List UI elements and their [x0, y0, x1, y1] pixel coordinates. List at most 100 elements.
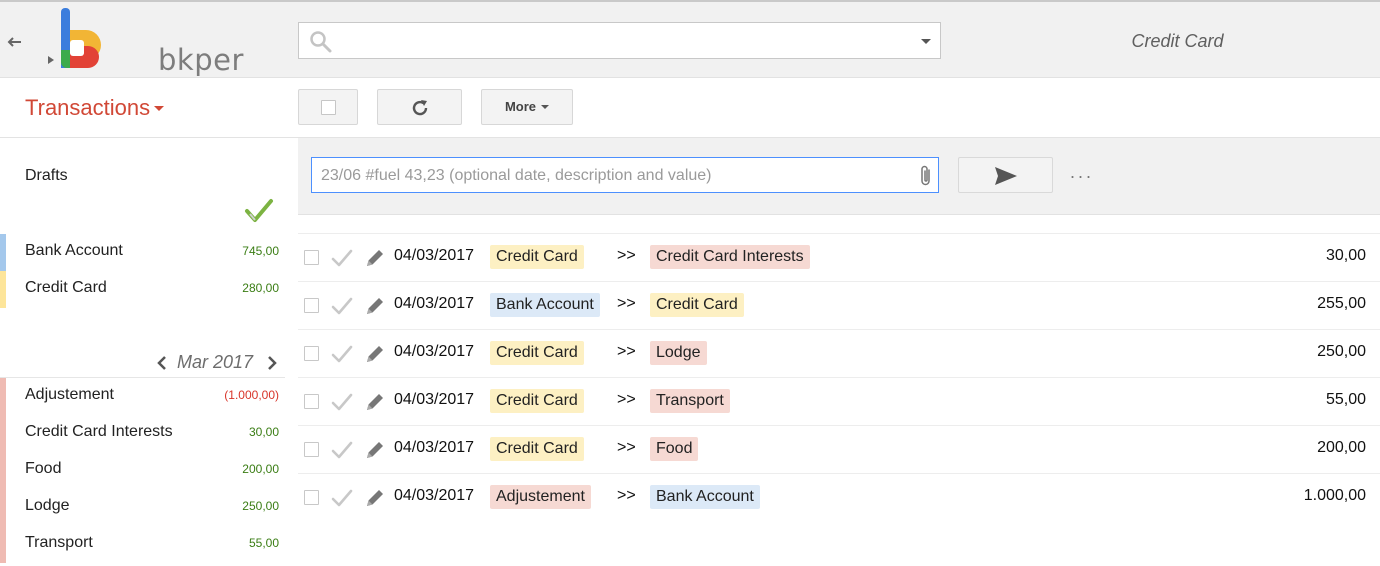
- account-balance: 55,00: [248, 536, 279, 550]
- transaction-select-checkbox[interactable]: [304, 442, 319, 457]
- transaction-amount: 255,00: [1317, 295, 1366, 312]
- transaction-select-checkbox[interactable]: [304, 490, 319, 505]
- refresh-button[interactable]: [377, 89, 462, 125]
- transaction-row[interactable]: 04/03/2017 Credit Card >> Lodge 250,00: [298, 329, 1380, 377]
- check-icon[interactable]: [330, 438, 354, 462]
- sidebar-account-row[interactable]: Credit Card Interests 30,00: [0, 415, 285, 452]
- transfer-arrow: >>: [617, 487, 636, 504]
- to-account-tag[interactable]: Transport: [650, 389, 730, 413]
- pencil-icon[interactable]: [363, 390, 387, 414]
- check-icon[interactable]: [330, 342, 354, 366]
- check-icon[interactable]: [330, 294, 354, 318]
- back-arrow-icon[interactable]: [4, 32, 24, 52]
- transaction-row[interactable]: 04/03/2017 Bank Account >> Credit Card 255,0…: [298, 281, 1380, 329]
- transaction-date: 04/03/2017: [394, 487, 475, 504]
- period-label: Mar 2017: [177, 352, 254, 372]
- search-icon: [310, 31, 332, 53]
- chevron-right-icon[interactable]: [265, 355, 279, 371]
- transaction-date: 04/03/2017: [394, 295, 475, 312]
- checkmark-icon[interactable]: [244, 196, 274, 226]
- transaction-date: 04/03/2017: [394, 439, 475, 456]
- refresh-icon: [412, 100, 428, 116]
- account-color-bar: [0, 489, 6, 526]
- search-box[interactable]: [298, 22, 941, 59]
- transfer-arrow: >>: [617, 247, 636, 264]
- bkper-logo[interactable]: bkper: [48, 6, 243, 77]
- to-account-tag[interactable]: Food: [650, 437, 699, 461]
- account-name: Bank Account: [25, 242, 123, 259]
- more-button[interactable]: More: [481, 89, 573, 125]
- transaction-select-checkbox[interactable]: [304, 346, 319, 361]
- pencil-icon[interactable]: [363, 294, 387, 318]
- transaction-amount: 200,00: [1317, 439, 1366, 456]
- transaction-amount: 30,00: [1325, 247, 1366, 264]
- transfer-arrow: >>: [617, 295, 636, 312]
- account-balance: (1.000,00): [224, 388, 279, 402]
- sidebar-account-row[interactable]: Adjustement (1.000,00): [0, 378, 285, 415]
- transaction-row[interactable]: 04/03/2017 Credit Card >> Food 200,00: [298, 425, 1380, 473]
- sidebar-item-drafts[interactable]: Drafts: [25, 167, 68, 185]
- account-name: Credit Card Interests: [25, 423, 173, 440]
- from-account-tag[interactable]: Credit Card: [490, 341, 584, 365]
- transaction-composer: ...: [298, 138, 1380, 215]
- account-color-bar: [0, 452, 6, 489]
- sidebar-account-row[interactable]: Bank Account 745,00: [0, 234, 285, 271]
- pencil-icon[interactable]: [363, 342, 387, 366]
- check-icon[interactable]: [330, 486, 354, 510]
- transaction-row[interactable]: 04/03/2017 Credit Card >> Transport 55,00: [298, 377, 1380, 425]
- sidebar-account-row[interactable]: Transport 55,00: [0, 526, 285, 563]
- more-options-icon[interactable]: ...: [1070, 162, 1094, 183]
- sidebar-account-row[interactable]: Credit Card 280,00: [0, 271, 285, 308]
- account-color-bar: [0, 234, 6, 271]
- to-account-tag[interactable]: Credit Card Interests: [650, 245, 810, 269]
- pencil-icon[interactable]: [363, 438, 387, 462]
- paperclip-icon[interactable]: [918, 164, 934, 188]
- transaction-row[interactable]: 04/03/2017 Credit Card >> Credit Card Inter…: [298, 233, 1380, 281]
- account-balance: 280,00: [242, 281, 279, 295]
- from-account-tag[interactable]: Bank Account: [490, 293, 600, 317]
- transaction-entry-box[interactable]: [311, 157, 939, 193]
- chevron-down-icon: [154, 105, 165, 111]
- transaction-entry-input[interactable]: [321, 165, 911, 187]
- transfer-arrow: >>: [617, 343, 636, 360]
- account-balance: 30,00: [248, 425, 279, 439]
- transaction-select-checkbox[interactable]: [304, 250, 319, 265]
- from-account-tag[interactable]: Credit Card: [490, 389, 584, 413]
- sidebar-account-row[interactable]: Food 200,00: [0, 452, 285, 489]
- search-options-dropdown-icon[interactable]: [921, 39, 931, 44]
- from-account-tag[interactable]: Credit Card: [490, 437, 584, 461]
- toolbar: Transactions More: [0, 78, 1380, 138]
- account-balance: 200,00: [242, 462, 279, 476]
- account-color-bar: [0, 378, 6, 415]
- transaction-date: 04/03/2017: [394, 247, 475, 264]
- send-button[interactable]: [958, 157, 1053, 193]
- pencil-icon[interactable]: [363, 486, 387, 510]
- select-all-button[interactable]: [298, 89, 358, 125]
- to-account-tag[interactable]: Credit Card: [650, 293, 744, 317]
- send-icon: [995, 167, 1017, 185]
- transaction-row[interactable]: 04/03/2017 Adjustement >> Bank Account 1.000…: [298, 473, 1380, 521]
- transaction-date: 04/03/2017: [394, 343, 475, 360]
- book-title[interactable]: Credit Card: [1100, 31, 1255, 52]
- search-input[interactable]: [343, 29, 903, 53]
- transaction-amount: 250,00: [1317, 343, 1366, 360]
- check-icon[interactable]: [330, 246, 354, 270]
- view-selector[interactable]: Transactions: [25, 95, 165, 121]
- check-icon[interactable]: [330, 390, 354, 414]
- sidebar-account-row[interactable]: Lodge 250,00: [0, 489, 285, 526]
- account-name: Lodge: [25, 497, 70, 514]
- pencil-icon[interactable]: [363, 246, 387, 270]
- chevron-left-icon[interactable]: [155, 355, 169, 371]
- from-account-tag[interactable]: Credit Card: [490, 245, 584, 269]
- to-account-tag[interactable]: Lodge: [650, 341, 707, 365]
- to-account-tag[interactable]: Bank Account: [650, 485, 760, 509]
- from-account-tag[interactable]: Adjustement: [490, 485, 591, 509]
- account-name: Food: [25, 460, 62, 477]
- transaction-select-checkbox[interactable]: [304, 298, 319, 313]
- select-all-checkbox[interactable]: [321, 100, 336, 115]
- account-color-bar: [0, 415, 6, 452]
- account-color-bar: [0, 526, 6, 563]
- period-navigator: Mar 2017: [155, 350, 280, 376]
- more-button-label: More: [504, 99, 537, 114]
- transaction-select-checkbox[interactable]: [304, 394, 319, 409]
